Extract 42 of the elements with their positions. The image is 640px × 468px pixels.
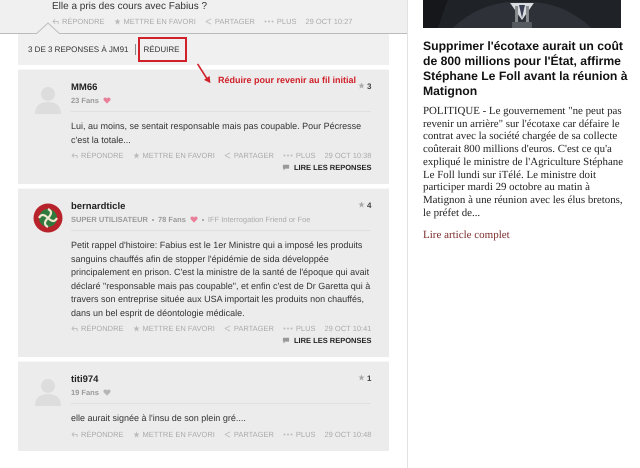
reply-icon: [71, 152, 78, 159]
comment-text: Elle a pris des cours avec Fabius ?: [52, 1, 208, 13]
collapse-link[interactable]: RÉDUIRE: [143, 45, 180, 54]
reply-text: elle aurait signée à l'insu de son plein gré....: [71, 412, 247, 425]
reply-icon: [52, 18, 59, 25]
username[interactable]: titi974: [71, 374, 111, 385]
star-icon: [132, 325, 140, 332]
more-icon: [264, 18, 274, 25]
username[interactable]: MM66: [71, 82, 111, 93]
annotation-text: Réduire pour revenir au fil initial: [218, 75, 356, 85]
like-count: 3: [367, 82, 372, 91]
star-icon: [132, 430, 140, 438]
username[interactable]: bernardticle: [71, 201, 310, 212]
like-count: 1: [367, 374, 372, 383]
article-summary: POLITIQUE - Le gouvernement "ne peut pas revenir un arrière" sur l'écotaxe car défaire le contrat avec la société chargée de sa collecte coûterait 800 millions d'euros. C'est ce qu'a expliqué le ministre de l'Agriculture Stéphane Le Foll lundi sur iTélé. Le ministre doit participer mardi 29 octobre au matin à Matignon à une réunion avec les élus bretons, le préfet de...: [423, 105, 624, 220]
share-icon: [224, 152, 231, 159]
star-icon[interactable]: [358, 201, 366, 208]
reply-text: Lui, au moins, se sentait responsable mais pas coupable. Pour Pécresse c'est la totale...: [71, 120, 362, 146]
reply-icon: [71, 325, 78, 332]
speech-bubble-icon: [282, 164, 290, 171]
heart-icon[interactable]: [102, 389, 111, 396]
star-icon[interactable]: [358, 82, 366, 89]
more-icon: [282, 152, 293, 159]
article-headline[interactable]: Supprimer l'écotaxe aurait un coût de 800 millions pour l'État, affirme Stéphane Le Foll avant la réunion à Matignon: [423, 39, 630, 99]
like-count: 4: [367, 201, 372, 210]
reply-icon: [71, 430, 78, 438]
star-icon: [132, 152, 140, 159]
share-icon: [204, 18, 212, 25]
speech-bubble-icon: [282, 337, 290, 344]
heart-icon[interactable]: [102, 97, 111, 104]
star-icon[interactable]: [358, 374, 366, 381]
reply-text: Petit rappel d'histoire: Fabius est le 1er Ministre qui a imposé les produits sanguins chauffés afin de stopper l'épidémie de sida développée principalement en prison. C'est la ministre de la santé de l'époque qui avait déclaré "responsable mais pas coupable", et enfin c'est de Dr Garetta qui à travers son entreprise située aux USA importait les produits non chauffés, dans un bel esprit de déontologie médicale.: [71, 239, 372, 320]
heart-icon[interactable]: [190, 216, 198, 223]
star-icon: [114, 18, 121, 25]
annotation-arrow: [196, 63, 212, 84]
share-icon: [224, 430, 231, 438]
share-icon: [224, 325, 231, 332]
more-icon: [282, 430, 293, 438]
highlight-frame: [138, 37, 186, 62]
read-article-link[interactable]: Lire article complet: [423, 229, 630, 242]
more-icon: [282, 325, 293, 332]
replies-count: 3 DE 3 REPONSES À JM91: [28, 45, 128, 54]
